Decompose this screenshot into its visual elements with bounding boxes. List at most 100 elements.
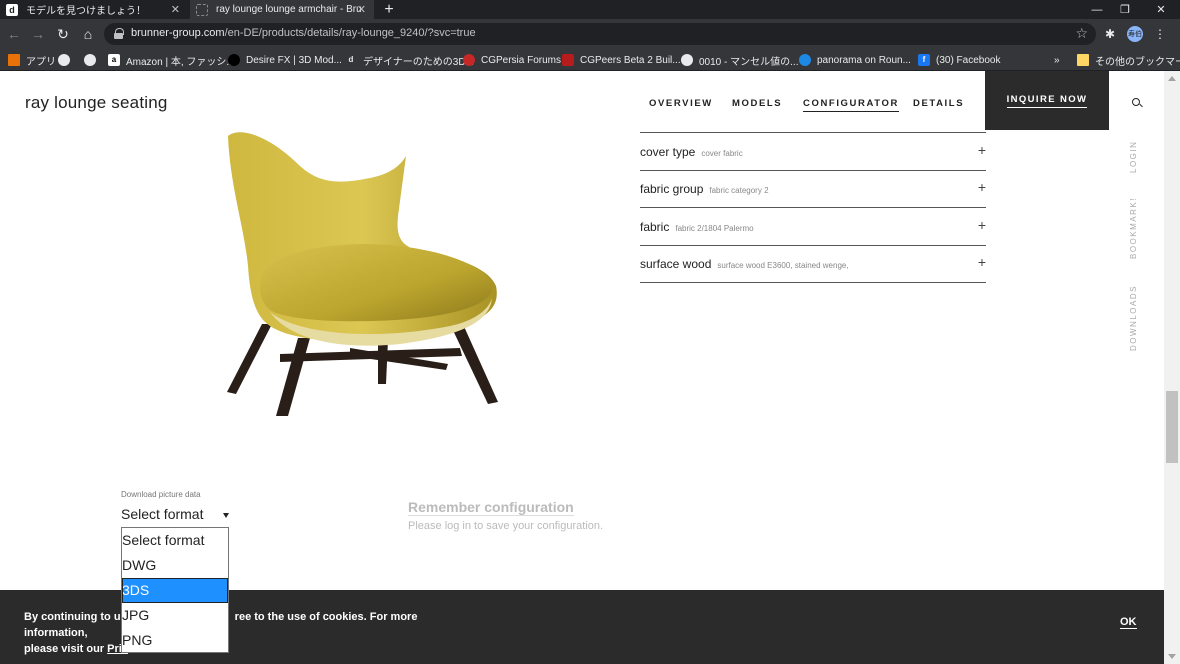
format-option-dwg[interactable]: DWG — [122, 553, 228, 578]
bookmark-star-icon[interactable]: ☆ — [1075, 25, 1088, 42]
expand-plus-icon[interactable]: + — [978, 254, 986, 270]
new-tab-icon[interactable]: + — [380, 0, 398, 19]
format-option-select[interactable]: Select format — [122, 528, 228, 553]
config-row-surface-wood[interactable]: surface wood surface wood E3600, stained … — [640, 245, 986, 283]
config-row-fabric-group[interactable]: fabric group fabric category 2 + — [640, 170, 986, 208]
reload-icon[interactable]: ↻ — [53, 24, 73, 44]
menu-icon[interactable]: ⋮ — [1150, 24, 1170, 44]
download-label: Download picture data — [121, 490, 201, 499]
bookmark-panorama[interactable]: panorama on Roun... — [799, 52, 911, 68]
bookmark-designer3d[interactable]: d デザイナーのための3D... — [345, 52, 474, 68]
config-label: fabric group — [640, 182, 704, 196]
cookie-text-part: By continuing to us — [24, 611, 127, 623]
extensions-icon[interactable]: ✱ — [1100, 24, 1120, 44]
tab-title: ray lounge lounge armchair - Bru — [216, 4, 362, 15]
bookmark-amazon[interactable]: a Amazon | 本, ファッシ... — [108, 52, 235, 68]
expand-plus-icon[interactable]: + — [978, 217, 986, 233]
bookmark-apps[interactable]: アプリ — [8, 52, 56, 68]
site-favicon-icon: d — [6, 3, 18, 16]
address-bar[interactable]: brunner-group.com/en-DE/products/details… — [104, 23, 1096, 45]
inquire-now-button[interactable]: INQUIRE NOW — [985, 71, 1109, 130]
nav-configurator[interactable]: CONFIGURATOR — [803, 98, 899, 112]
bookmarks-overflow[interactable]: » — [1054, 52, 1060, 68]
cookie-text: By continuing to us ree to the use of coo… — [24, 609, 484, 657]
desirefx-icon — [228, 54, 240, 66]
browser-tab-strip: d モデルを見つけましょう！ ✕ ray lounge lounge armch… — [0, 0, 1180, 19]
close-tab-icon[interactable]: ✕ — [357, 3, 366, 16]
format-option-3ds[interactable]: 3DS — [122, 578, 228, 603]
folder-icon — [1077, 54, 1089, 66]
nav-details[interactable]: DETAILS — [913, 98, 964, 109]
config-row-label: cover type cover fabric — [640, 145, 743, 159]
remember-configuration-hint: Please log in to save your configuration… — [408, 520, 604, 532]
scrollbar-thumb[interactable] — [1166, 391, 1178, 463]
bookmark-munsell[interactable]: 0010 - マンセル値の... — [681, 52, 798, 68]
browser-tab[interactable]: d モデルを見つけましょう！ ✕ — [0, 0, 188, 19]
search-icon[interactable] — [1132, 98, 1140, 106]
globe-icon — [84, 54, 96, 66]
config-row-label: fabric fabric 2/1804 Palermo — [640, 220, 754, 234]
nav-overview[interactable]: OVERVIEW — [649, 98, 713, 109]
format-option-png[interactable]: PNG — [122, 628, 228, 653]
config-row-label: surface wood surface wood E3600, stained … — [640, 257, 849, 271]
scroll-up-icon[interactable] — [1168, 76, 1176, 81]
cookie-ok-button[interactable]: OK — [1120, 616, 1137, 629]
page-title: ray lounge seating — [25, 93, 168, 112]
side-bookmark-link[interactable]: BOOKMARK! — [1129, 197, 1138, 259]
forward-icon[interactable]: → — [28, 24, 48, 44]
nav-models[interactable]: MODELS — [732, 98, 782, 109]
minimize-icon[interactable]: — — [1082, 0, 1112, 19]
chair-product-image — [227, 132, 498, 416]
side-downloads-link[interactable]: DOWNLOADS — [1129, 285, 1138, 351]
close-window-icon[interactable]: ✕ — [1146, 0, 1176, 19]
format-dropdown-list: Select format DWG 3DS JPG PNG — [121, 527, 229, 653]
config-label: cover type — [640, 145, 696, 159]
tab-title: モデルを見つけましょう！ — [26, 6, 146, 17]
bookmark-globe-2[interactable] — [84, 52, 102, 68]
bookmark-cgpersia[interactable]: CGPersia Forums — [463, 52, 561, 68]
bookmark-label: CGPersia Forums — [481, 54, 562, 66]
config-row-label: fabric group fabric category 2 — [640, 182, 769, 196]
caret-down-icon — [223, 513, 229, 518]
facebook-icon: f — [918, 54, 930, 66]
expand-plus-icon[interactable]: + — [978, 179, 986, 195]
home-icon[interactable]: ⌂ — [78, 24, 98, 44]
config-value: fabric 2/1804 Palermo — [675, 224, 754, 233]
panorama-icon — [799, 54, 811, 66]
format-select-value: Select format — [121, 506, 204, 522]
remember-configuration-link[interactable]: Remember configuration — [408, 499, 574, 516]
bookmark-desirefx[interactable]: Desire FX | 3D Mod... — [228, 52, 342, 68]
config-row-cover-type[interactable]: cover type cover fabric + — [640, 133, 986, 171]
side-login-link[interactable]: LOGIN — [1129, 141, 1138, 173]
bookmark-label: デザイナーのための3D... — [363, 56, 474, 68]
close-tab-icon[interactable]: ✕ — [171, 3, 180, 16]
cgpersia-icon — [463, 54, 475, 66]
bookmark-cgpeers[interactable]: CGPeers Beta 2 Buil... — [562, 52, 681, 68]
loading-favicon-icon — [196, 3, 208, 16]
cookie-text-part: please visit our — [24, 643, 108, 655]
d-site-icon: d — [348, 55, 354, 64]
bookmark-label: (30) Facebook — [936, 54, 1001, 66]
bookmark-globe-1[interactable] — [58, 52, 76, 68]
profile-avatar[interactable]: 寿伯 — [1127, 26, 1143, 42]
bookmark-label: アプリ — [26, 56, 56, 68]
restore-icon[interactable]: ❐ — [1110, 0, 1140, 19]
browser-tab-active[interactable]: ray lounge lounge armchair - Bru ✕ — [190, 0, 374, 19]
scroll-down-icon[interactable] — [1168, 654, 1176, 659]
bookmark-facebook[interactable]: f (30) Facebook — [918, 52, 1000, 68]
globe-icon — [681, 54, 693, 66]
back-icon[interactable]: ← — [4, 24, 24, 44]
cgpeers-icon — [562, 54, 574, 66]
config-row-fabric[interactable]: fabric fabric 2/1804 Palermo + — [640, 208, 986, 246]
format-select[interactable]: Select format — [121, 506, 233, 522]
inquire-label: INQUIRE NOW — [1006, 94, 1088, 108]
lock-icon — [114, 28, 124, 39]
bookmark-label: その他のブックマーク — [1095, 56, 1180, 68]
other-bookmarks[interactable]: その他のブックマーク — [1077, 52, 1180, 68]
page-scrollbar[interactable] — [1164, 71, 1180, 664]
config-value: cover fabric — [701, 149, 743, 158]
expand-plus-icon[interactable]: + — [978, 142, 986, 158]
bookmark-label: 0010 - マンセル値の... — [699, 56, 799, 68]
browser-toolbar: ← → ↻ ⌂ brunner-group.com/en-DE/products… — [0, 19, 1180, 49]
format-option-jpg[interactable]: JPG — [122, 603, 228, 628]
